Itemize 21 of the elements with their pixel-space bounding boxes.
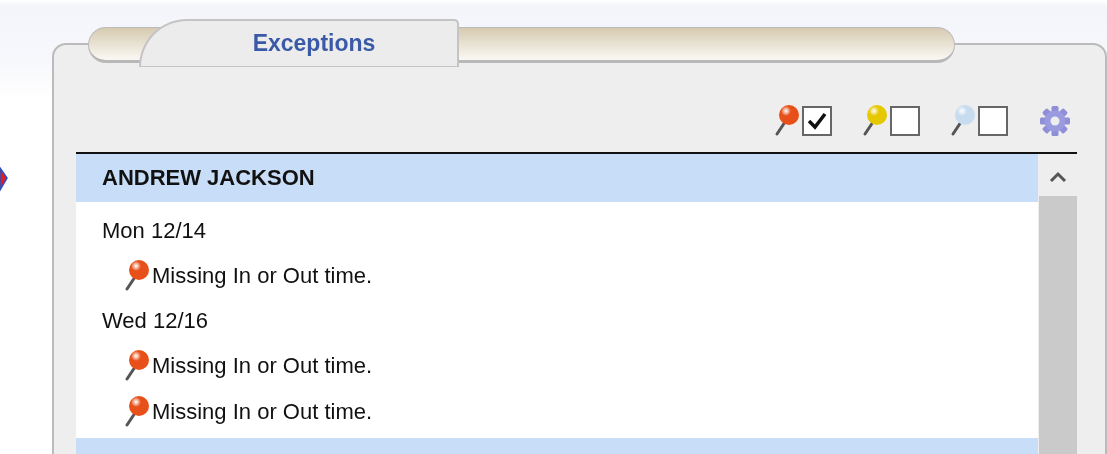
pin-icon — [862, 104, 890, 138]
pin-icon — [124, 395, 152, 429]
employee-name: ANDREW JACKSON — [102, 165, 315, 191]
exception-text[interactable]: Missing In or Out time. — [152, 399, 373, 425]
pin-icon — [124, 349, 152, 383]
day-label: Mon 12/14 — [102, 218, 206, 243]
pin-icon — [950, 104, 978, 138]
settings-icon[interactable] — [1038, 104, 1072, 138]
filter-checkbox[interactable] — [978, 106, 1008, 136]
filter-checkbox[interactable] — [802, 106, 832, 136]
checkmark-icon — [807, 112, 827, 130]
exceptions-tab[interactable]: Exceptions — [139, 19, 459, 67]
exception-text[interactable]: Missing In or Out time. — [152, 353, 373, 379]
pin-icon — [774, 104, 802, 138]
exception-text[interactable]: Missing In or Out time. — [152, 263, 373, 289]
filter-checkbox[interactable] — [890, 106, 920, 136]
employee-row[interactable]: ANDREW JACKSON — [76, 154, 1038, 202]
day-label: Wed 12/16 — [102, 308, 208, 333]
scroll-up-icon[interactable] — [1047, 170, 1068, 184]
pin-icon — [124, 259, 152, 293]
arrow-icon — [0, 166, 9, 192]
